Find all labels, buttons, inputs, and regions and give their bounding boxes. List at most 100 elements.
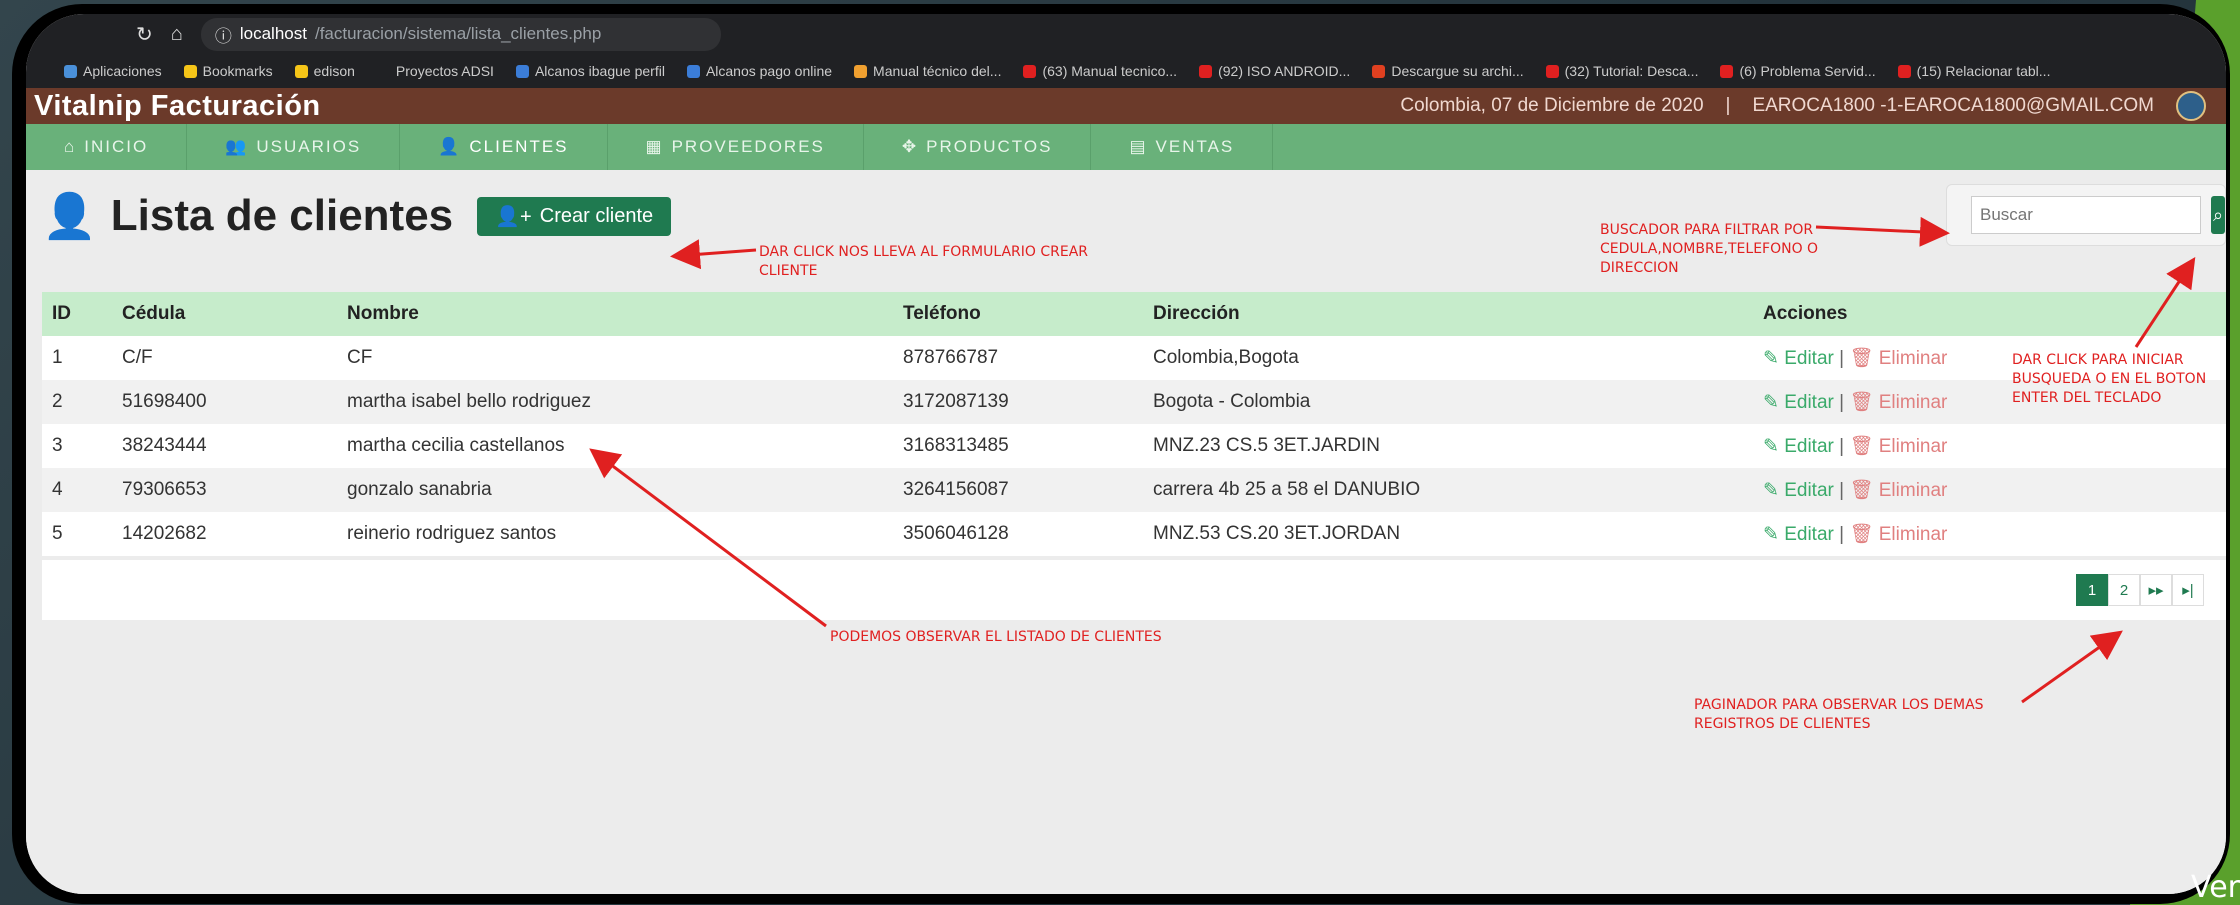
bookmark-label: Bookmarks <box>202 63 273 79</box>
action-separator: | <box>1833 480 1850 501</box>
table-cell: gonzalo sanabria <box>347 479 492 500</box>
corner-text: Ver <box>2191 870 2240 905</box>
table-cell: 3506046128 <box>903 523 1009 544</box>
table-cell: Colombia,Bogota <box>1153 347 1299 368</box>
address-bar: ↻ ⌂ ⓘ localhost/facturacion/sistema/list… <box>26 14 2226 54</box>
add-user-icon: 👤+ <box>495 205 532 228</box>
edit-label: Editar <box>1784 480 1834 501</box>
bookmark-label: Alcanos ibague perfil <box>534 63 665 79</box>
action-separator: | <box>1833 348 1850 369</box>
table-cell: martha cecilia castellanos <box>347 435 565 456</box>
edit-link[interactable]: ✎ Editar <box>1763 480 1834 501</box>
edit-link[interactable]: ✎ Editar <box>1763 348 1834 369</box>
nav-item-productos[interactable]: ✥ PRODUCTOS <box>864 124 1092 170</box>
edit-label: Editar <box>1784 392 1834 413</box>
bookmark-item[interactable]: edison <box>294 63 355 79</box>
table-cell: carrera 4b 25 a 58 el DANUBIO <box>1153 479 1421 500</box>
create-client-label: Crear cliente <box>539 204 654 227</box>
nav-icon: ▦ <box>645 137 664 156</box>
page-button[interactable]: ▸▸ <box>2140 574 2172 606</box>
reload-icon[interactable]: ↻ <box>136 22 153 47</box>
delete-link[interactable]: 🗑 Eliminar <box>1849 524 1947 545</box>
nav-icon: 👥 <box>225 137 249 156</box>
search-button[interactable]: ⌕ <box>2211 196 2225 234</box>
bookmark-item[interactable]: (63) Manual tecnico... <box>1023 63 1177 79</box>
bookmark-icon <box>1199 64 1213 78</box>
bookmark-label: (92) ISO ANDROID... <box>1218 63 1351 79</box>
edit-label: Editar <box>1784 348 1834 369</box>
delete-label: Eliminar <box>1878 436 1948 457</box>
delete-link[interactable]: 🗑 Eliminar <box>1849 392 1947 413</box>
search-input[interactable] <box>1971 196 2201 234</box>
edit-label: Editar <box>1784 524 1834 545</box>
bookmark-item[interactable]: Alcanos pago online <box>686 63 832 79</box>
row-actions: ✎ Editar | 🗑 Eliminar <box>1763 434 2163 458</box>
note-list: PODEMOS OBSERVAR EL LISTADO DE CLIENTES <box>830 629 1162 645</box>
edit-label: Editar <box>1784 436 1834 457</box>
bookmark-item[interactable]: Bookmarks <box>183 63 273 79</box>
edit-link[interactable]: ✎ Editar <box>1763 392 1834 413</box>
search-icon: ⌕ <box>2212 204 2224 225</box>
note-search-button: DAR CLICK PARA INICIAR BUSQUEDA O EN EL B… <box>2012 352 2207 406</box>
delete-link[interactable]: 🗑 Eliminar <box>1849 480 1947 501</box>
table-row: 2 51698400 martha isabel bello rodriguez 31… <box>42 380 2226 424</box>
bookmark-label: edison <box>313 63 355 79</box>
page-button[interactable]: 2 <box>2108 574 2140 606</box>
nav-item-inicio[interactable]: ⌂ INICIO <box>26 124 188 170</box>
column-header: Teléfono <box>903 303 981 324</box>
bookmark-label: (63) Manual tecnico... <box>1042 63 1178 79</box>
delete-link[interactable]: 🗑 Eliminar <box>1849 436 1947 457</box>
user-icon: 👤 <box>42 192 97 241</box>
bookmark-item[interactable]: Proyectos ADSI <box>376 63 494 79</box>
bookmark-item[interactable]: (92) ISO ANDROID... <box>1199 63 1350 79</box>
delete-link[interactable]: 🗑 Eliminar <box>1849 348 1947 369</box>
create-client-button[interactable]: 👤+ Crear cliente <box>477 196 672 236</box>
bookmark-item[interactable]: (15) Relacionar tabl... <box>1897 63 2051 79</box>
nav-item-proveedores[interactable]: ▦ PROVEEDORES <box>608 124 864 170</box>
bookmark-label: (15) Relacionar tabl... <box>1916 63 2051 79</box>
nav-item-clientes[interactable]: 👤 CLIENTES <box>400 124 608 170</box>
bookmark-item[interactable]: (6) Problema Servid... <box>1720 63 1876 79</box>
page-button[interactable]: 1 <box>2076 574 2108 606</box>
nav-label: VENTAS <box>1155 137 1235 156</box>
note-search: BUSCADOR PARA FILTRAR POR CEDULA,NOMBRE,T… <box>1600 222 1819 276</box>
bookmark-item[interactable]: (32) Tutorial: Desca... <box>1545 63 1698 79</box>
bookmark-icon <box>854 64 868 78</box>
paginator: 1 2 ▸▸ ▸| <box>2076 574 2204 606</box>
column-header: Nombre <box>347 303 419 324</box>
table-cell: MNZ.53 CS.20 3ET.JORDAN <box>1153 523 1401 544</box>
nav-icon: ✥ <box>901 137 919 156</box>
home-icon[interactable]: ⌂ <box>171 23 183 46</box>
bookmark-item[interactable]: Descargue su archi... <box>1372 63 1524 79</box>
bookmark-item[interactable]: Manual técnico del... <box>854 63 1001 79</box>
avatar[interactable] <box>2176 91 2206 121</box>
table-cell: 4 <box>52 479 63 500</box>
delete-label: Eliminar <box>1878 392 1948 413</box>
bookmark-item[interactable]: Aplicaciones <box>64 63 162 79</box>
app-brand: Vitalnip Facturación <box>34 89 321 122</box>
delete-label: Eliminar <box>1878 348 1948 369</box>
page-button[interactable]: ▸| <box>2172 574 2204 606</box>
note-create: DAR CLICK NOS LLEVA AL FORMULARIO CREAR C… <box>759 244 1089 279</box>
url-field[interactable]: ⓘ localhost/facturacion/sistema/lista_cl… <box>200 17 721 51</box>
device-frame: ↻ ⌂ ⓘ localhost/facturacion/sistema/list… <box>12 4 2230 904</box>
main-content: 👤 Lista de clientes 👤+ Crear cliente ⌕ I… <box>26 170 2226 894</box>
nav-label: INICIO <box>84 137 149 156</box>
column-header: ID <box>52 303 71 324</box>
edit-link[interactable]: ✎ Editar <box>1763 524 1834 545</box>
nav-item-usuarios[interactable]: 👥 USUARIOS <box>187 124 401 170</box>
search-box: ⌕ <box>1946 184 2226 246</box>
pager-row: 1 2 ▸▸ ▸| <box>42 560 2226 620</box>
bookmark-item[interactable]: Alcanos ibague perfil <box>515 63 665 79</box>
nav-item-ventas[interactable]: ▤ VENTAS <box>1091 124 1274 170</box>
bookmark-icon <box>64 64 77 78</box>
table-row: 1 C/F CF 878766787 Colombia,Bogota ✎ Editar |… <box>42 336 2226 380</box>
bookmark-icon <box>686 64 700 78</box>
column-header: Cédula <box>122 303 186 324</box>
header-user[interactable]: EAROCA1800 -1-EAROCA1800@GMAIL.COM <box>1752 95 2154 117</box>
main-nav: ⌂ INICIO 👥 USUARIOS 👤 CLIENTES ▦ PROVEEDORES ✥ PR… <box>26 124 2226 170</box>
table-cell: 1 <box>52 347 63 368</box>
table-cell: reinerio rodriguez santos <box>347 523 557 544</box>
edit-link[interactable]: ✎ Editar <box>1763 436 1834 457</box>
action-separator: | <box>1833 392 1850 413</box>
